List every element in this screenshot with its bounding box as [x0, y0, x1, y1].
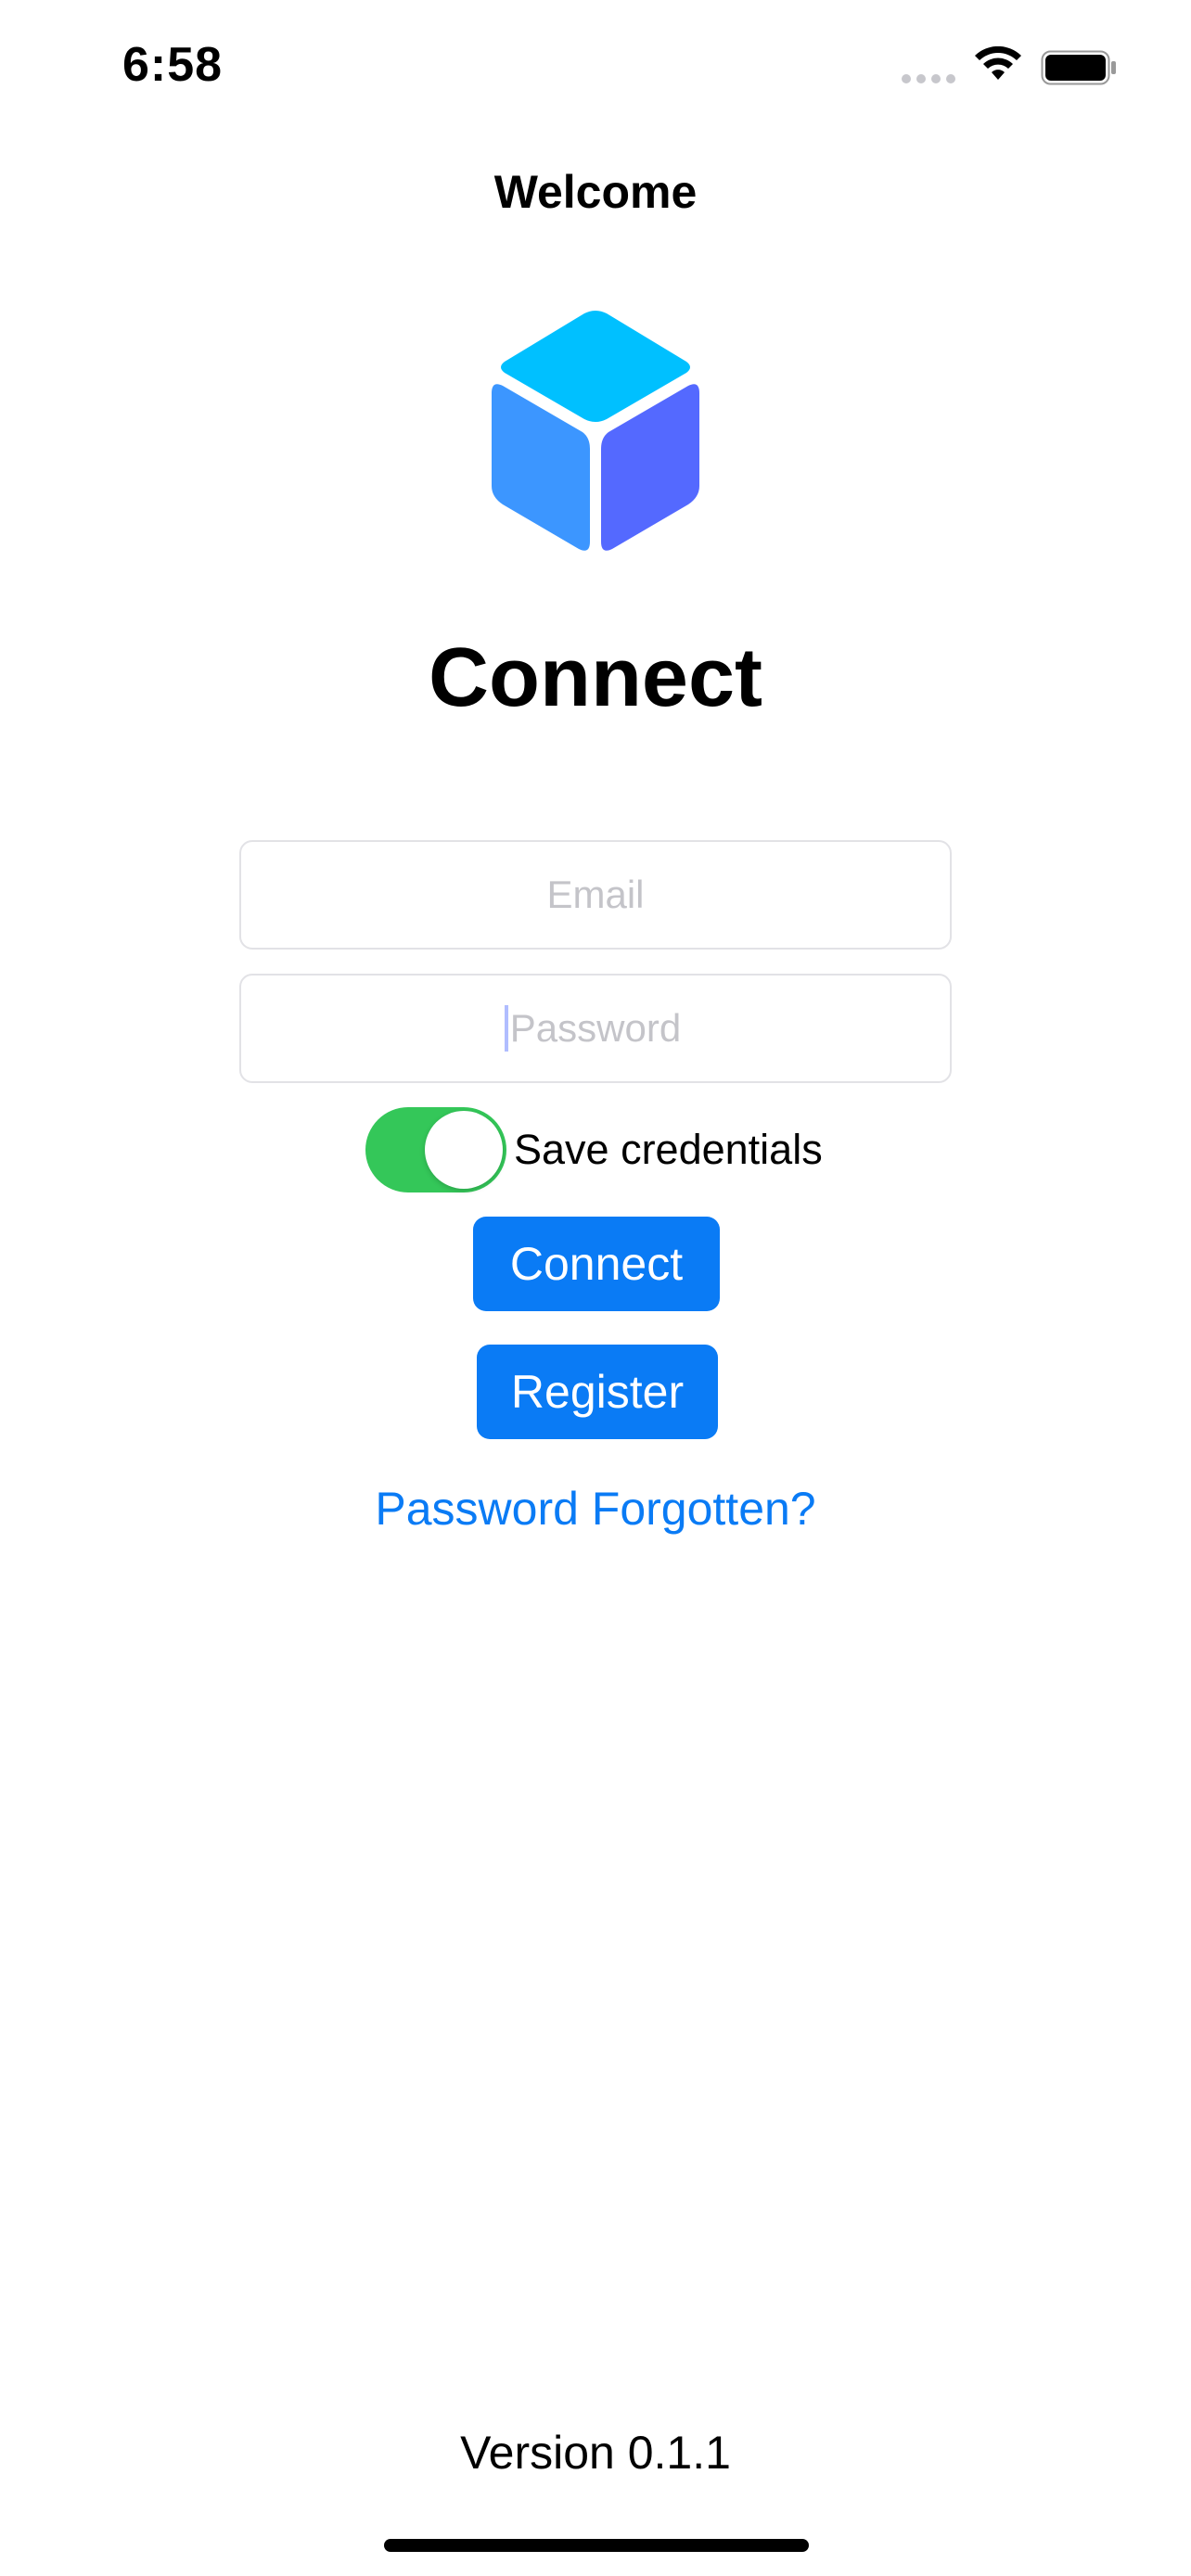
save-credentials-toggle[interactable]	[365, 1107, 506, 1192]
password-forgotten-link[interactable]: Password Forgotten?	[0, 1482, 1191, 1536]
status-time: 6:58	[122, 38, 224, 92]
cube-logo-icon	[492, 311, 699, 551]
home-indicator[interactable]	[384, 2539, 809, 2552]
battery-icon	[1041, 50, 1116, 85]
password-field[interactable]	[239, 974, 952, 1083]
save-credentials-row: Save credentials	[365, 1107, 823, 1192]
wifi-icon	[975, 46, 1021, 80]
text-caret	[505, 1005, 508, 1052]
connect-button[interactable]: Connect	[473, 1217, 720, 1311]
toggle-knob	[425, 1111, 503, 1189]
password-input[interactable]	[241, 1005, 950, 1052]
signal-dots-icon	[902, 74, 955, 83]
email-field[interactable]	[239, 840, 952, 950]
nav-title: Welcome	[493, 166, 698, 218]
version-label: Version 0.1.1	[460, 2427, 731, 2479]
app-title: Connect	[429, 631, 762, 724]
email-input[interactable]	[241, 872, 950, 918]
register-button[interactable]: Register	[477, 1345, 718, 1439]
save-credentials-label: Save credentials	[514, 1126, 823, 1173]
